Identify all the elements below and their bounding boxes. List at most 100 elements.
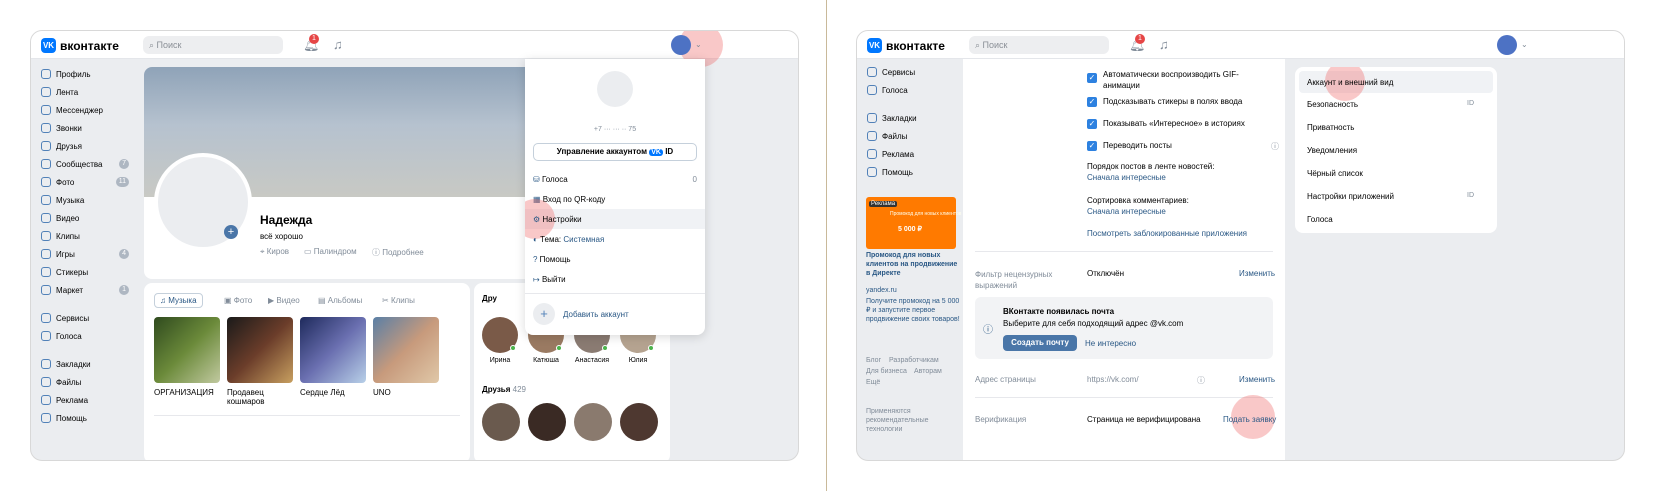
album-title[interactable]: Сердце Лёд bbox=[300, 388, 366, 397]
tab-clips[interactable]: ✂ Клипы bbox=[382, 296, 415, 305]
chevron-down-icon[interactable]: ⌄ bbox=[1521, 38, 1528, 52]
album-title[interactable]: ОРГАНИЗАЦИЯ bbox=[154, 388, 220, 397]
sidebar-item-feed[interactable]: Лента bbox=[41, 85, 129, 99]
sidebar-item-video[interactable]: Видео bbox=[41, 211, 129, 225]
comments-sort-value[interactable]: Сначала интересные bbox=[1087, 207, 1166, 216]
address-input[interactable]: https://vk.com/ bbox=[1087, 375, 1139, 384]
footer-link-business[interactable]: Для бизнеса bbox=[866, 368, 907, 375]
create-mail-button[interactable]: Создать почту bbox=[1003, 335, 1077, 351]
sidebar-item-help[interactable]: Помощь bbox=[867, 165, 913, 179]
chevron-down-icon[interactable]: ⌄ bbox=[695, 38, 702, 52]
music-icon[interactable]: ♫ bbox=[1159, 38, 1169, 52]
sidebar-item-bookmarks[interactable]: Закладки bbox=[867, 111, 917, 125]
friend-name[interactable]: Катюша bbox=[528, 357, 564, 364]
sidebar-item-games[interactable]: Игры 4 bbox=[41, 247, 129, 261]
tab-video[interactable]: ▶ Видео bbox=[268, 296, 300, 305]
user-avatar-menu[interactable] bbox=[671, 35, 691, 55]
sidebar-item-friends[interactable]: Друзья bbox=[41, 139, 129, 153]
footer-link-more[interactable]: Ещё bbox=[866, 379, 880, 386]
sidebar-item-photos[interactable]: Фото 11 bbox=[41, 175, 129, 189]
menu-item-logout[interactable]: ↦ Выйти bbox=[533, 275, 566, 284]
friend-name[interactable]: Юлия bbox=[620, 357, 656, 364]
checkbox-stories[interactable]: ✓ bbox=[1087, 119, 1097, 129]
album-cover[interactable] bbox=[300, 317, 366, 383]
album-title[interactable]: UNO bbox=[373, 388, 439, 397]
ad-banner[interactable]: Реклама Промокод для новых клиентов 5 00… bbox=[866, 197, 961, 249]
footer-link-blog[interactable]: Блог bbox=[866, 357, 881, 364]
tab-music[interactable]: ♫ Музыка bbox=[154, 293, 203, 308]
friend-name[interactable]: Анастасия bbox=[572, 357, 612, 364]
blocked-apps-link[interactable]: Посмотреть заблокированные приложения bbox=[1087, 229, 1247, 238]
manage-account-button[interactable]: Управление аккаунтом VK ID bbox=[533, 143, 697, 161]
not-interested-link[interactable]: Не интересно bbox=[1085, 339, 1136, 348]
add-account-button[interactable]: Добавить аккаунт bbox=[563, 310, 629, 319]
sidebar-item-calls[interactable]: Звонки bbox=[41, 121, 129, 135]
ad-domain[interactable]: yandex.ru bbox=[866, 287, 897, 294]
menu-item-votes[interactable]: ⛁ Голоса 0 bbox=[533, 175, 697, 184]
address-change-link[interactable]: Изменить bbox=[1239, 375, 1275, 384]
menu-item-theme[interactable]: ◐ Тема: Системная bbox=[533, 235, 604, 244]
menu-item-settings[interactable]: ⚙ Настройки bbox=[533, 215, 582, 224]
album-title[interactable]: Продавец кошмаров bbox=[227, 388, 293, 406]
sidebar-item-files[interactable]: Файлы bbox=[867, 129, 907, 143]
video-icon bbox=[41, 213, 51, 223]
verification-label: Верификация bbox=[975, 415, 1027, 424]
megaphone-icon bbox=[867, 149, 877, 159]
sidebar-item-stickers[interactable]: Стикеры bbox=[41, 265, 129, 279]
search-input[interactable]: ⌕ Поиск bbox=[969, 36, 1109, 54]
menu-votes[interactable]: Голоса bbox=[1307, 215, 1333, 224]
sidebar-item-bookmarks[interactable]: Закладки bbox=[41, 357, 129, 371]
checkbox-stickers[interactable]: ✓ bbox=[1087, 97, 1097, 107]
ad-description[interactable]: Получите промокод на 5 000 ₽ и запустите… bbox=[866, 297, 962, 324]
sidebar-item-market[interactable]: Маркет 1 bbox=[41, 283, 129, 297]
menu-notifications[interactable]: Уведомления bbox=[1307, 146, 1357, 155]
tab-photo[interactable]: ▣ Фото bbox=[224, 296, 252, 305]
sidebar-item-votes[interactable]: Голоса bbox=[41, 329, 129, 343]
add-photo-icon[interactable]: + bbox=[224, 225, 238, 239]
user-avatar-menu[interactable] bbox=[1497, 35, 1517, 55]
sidebar-item-help[interactable]: Помощь bbox=[41, 411, 129, 425]
checkbox-translate[interactable]: ✓ bbox=[1087, 141, 1097, 151]
album-cover[interactable] bbox=[373, 317, 439, 383]
apply-verification-link[interactable]: Подать заявку bbox=[1223, 415, 1276, 424]
ad-title[interactable]: Промокод для новых клиентов на продвижен… bbox=[866, 251, 962, 278]
sidebar-item-services[interactable]: Сервисы bbox=[41, 311, 129, 325]
sidebar-item-music[interactable]: Музыка bbox=[41, 193, 129, 207]
friend-name[interactable]: Ирина bbox=[482, 357, 518, 364]
sidebar-item-services[interactable]: Сервисы bbox=[867, 65, 915, 79]
sidebar-item-clips[interactable]: Клипы bbox=[41, 229, 129, 243]
sidebar-item-votes[interactable]: Голоса bbox=[867, 83, 908, 97]
help-icon[interactable]: ⓘ bbox=[1197, 375, 1205, 386]
album-cover[interactable] bbox=[154, 317, 220, 383]
profile-avatar[interactable] bbox=[154, 153, 252, 251]
filter-change-link[interactable]: Изменить bbox=[1239, 269, 1275, 278]
checkbox-gif[interactable]: ✓ bbox=[1087, 73, 1097, 83]
tab-albums[interactable]: ▤ Альбомы bbox=[318, 296, 362, 305]
profile-more-link[interactable]: ⓘ Подробнее bbox=[372, 247, 424, 258]
friend-avatar[interactable] bbox=[620, 403, 658, 441]
sidebar-item-ads[interactable]: Реклама bbox=[867, 147, 914, 161]
sidebar-item-files[interactable]: Файлы bbox=[41, 375, 129, 389]
menu-account-appearance[interactable]: Аккаунт и внешний вид bbox=[1307, 78, 1393, 87]
friend-avatar[interactable] bbox=[574, 403, 612, 441]
sidebar-item-communities[interactable]: Сообщества 7 bbox=[41, 157, 129, 171]
menu-security[interactable]: Безопасность bbox=[1307, 100, 1358, 109]
sidebar-item-ads[interactable]: Реклама bbox=[41, 393, 129, 407]
help-icon[interactable]: ⓘ bbox=[1271, 141, 1279, 152]
vk-logo[interactable]: VK вконтакте bbox=[867, 38, 945, 53]
vk-logo[interactable]: VK вконтакте bbox=[41, 38, 119, 53]
friend-avatar[interactable] bbox=[528, 403, 566, 441]
feed-order-value[interactable]: Сначала интересные bbox=[1087, 173, 1166, 182]
footer-link-developers[interactable]: Разработчикам bbox=[889, 357, 939, 364]
friend-avatar[interactable] bbox=[482, 403, 520, 441]
sidebar-item-profile[interactable]: Профиль bbox=[41, 67, 129, 81]
footer-link-authors[interactable]: Авторам bbox=[914, 368, 942, 375]
sidebar-item-messenger[interactable]: Мессенджер bbox=[41, 103, 129, 117]
album-cover[interactable] bbox=[227, 317, 293, 383]
menu-item-help[interactable]: ? Помощь bbox=[533, 255, 571, 264]
music-icon[interactable]: ♫ bbox=[333, 38, 343, 52]
menu-privacy[interactable]: Приватность bbox=[1307, 123, 1354, 132]
search-input[interactable]: ⌕ Поиск bbox=[143, 36, 283, 54]
menu-blacklist[interactable]: Чёрный список bbox=[1307, 169, 1363, 178]
menu-app-settings[interactable]: Настройки приложений bbox=[1307, 192, 1394, 201]
